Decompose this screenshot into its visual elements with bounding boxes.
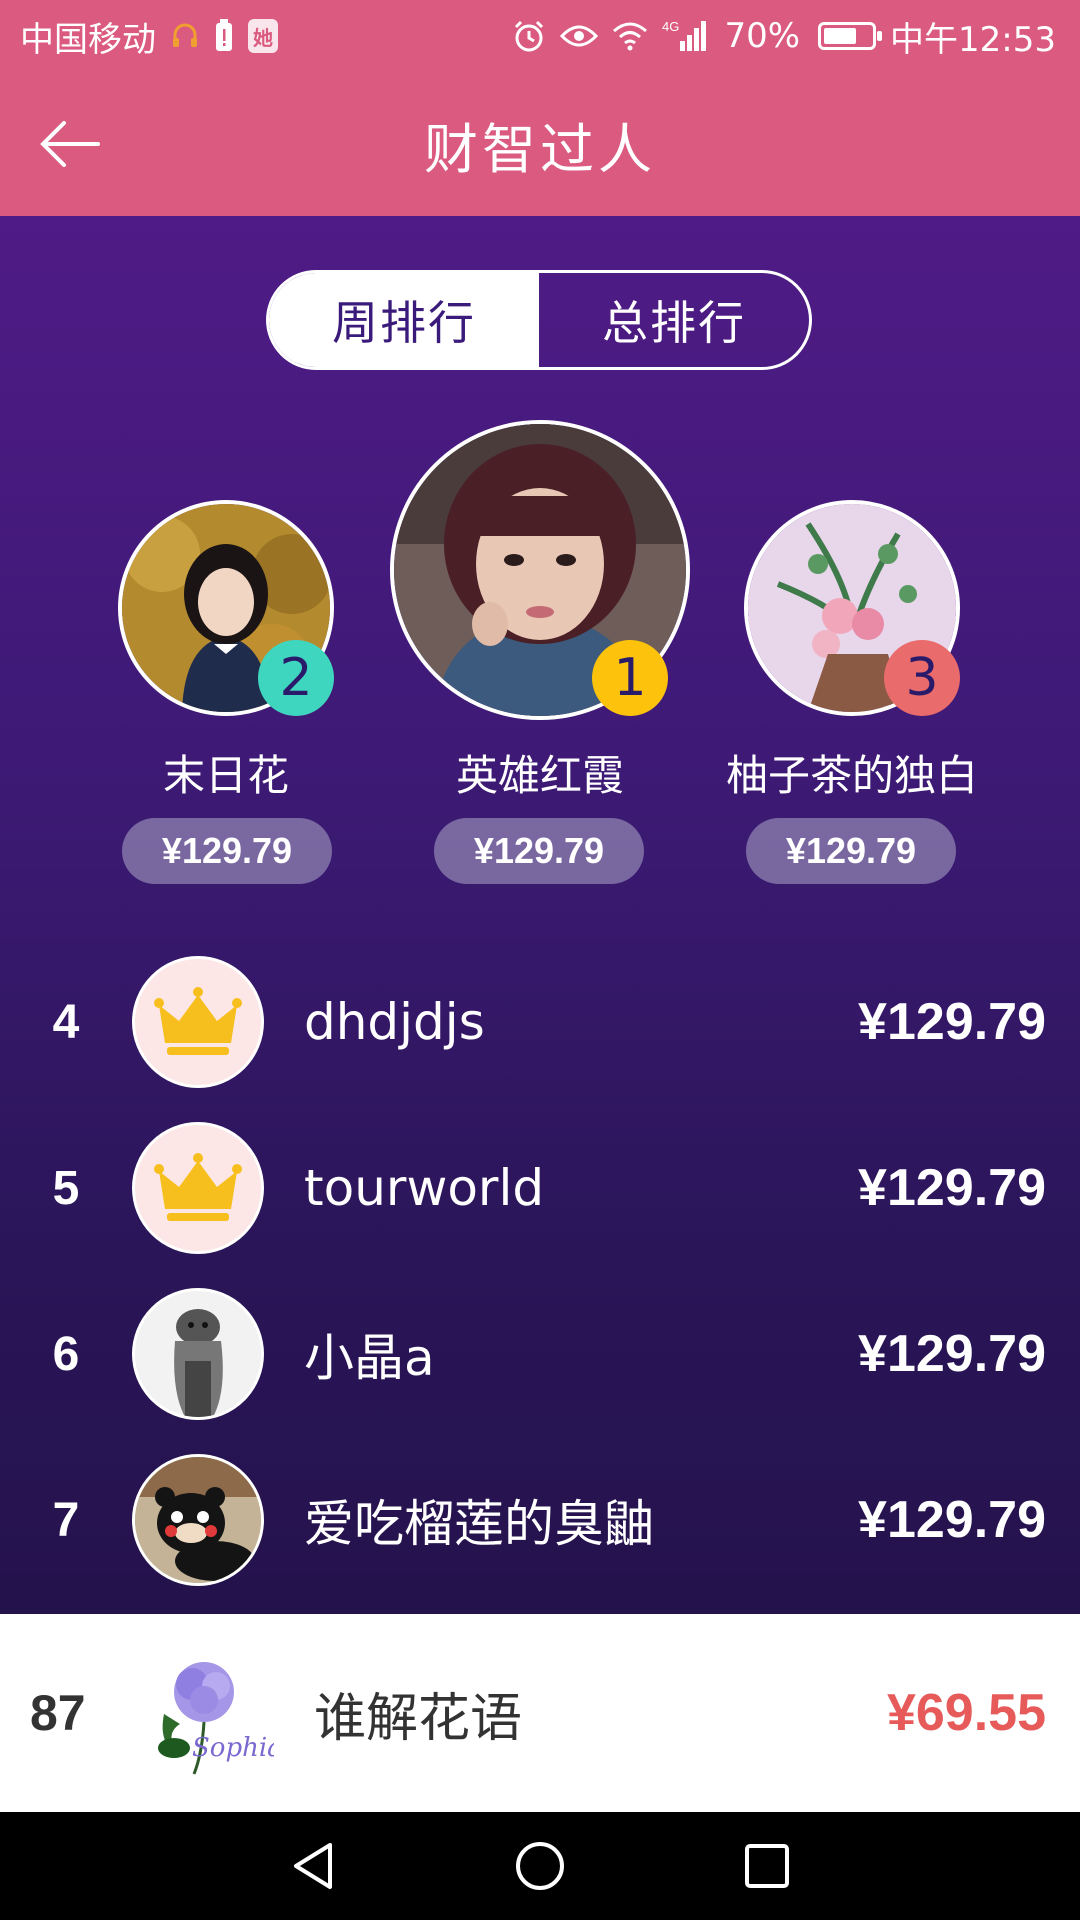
nav-recents-button[interactable]	[727, 1826, 807, 1906]
app-notification-icon: 她	[248, 19, 278, 53]
podium-name: 柚子茶的独白	[725, 751, 979, 800]
crown-icon	[132, 1122, 264, 1254]
row-rank: 5	[52, 1161, 80, 1215]
battery-alert-icon	[214, 19, 234, 53]
nav-home-button[interactable]	[500, 1826, 580, 1906]
podium-name: 末日花	[162, 751, 290, 800]
tab-overall[interactable]: 总排行	[539, 273, 809, 367]
row-name: dhdjdjs	[304, 993, 485, 1051]
podium-amount: ¥129.79	[434, 818, 644, 884]
nav-back-button[interactable]	[273, 1826, 353, 1906]
status-left: 中国移动 她	[20, 12, 278, 61]
podium-amount: ¥129.79	[122, 818, 332, 884]
list-item[interactable]: 6 小晶a ¥129.79	[0, 1286, 1080, 1422]
wifi-icon	[612, 21, 648, 51]
crown-icon	[132, 956, 264, 1088]
row-name: 爱吃榴莲的臭鼬	[304, 1495, 654, 1553]
battery-percent: 70%	[724, 16, 801, 56]
my-name: 谁解花语	[314, 1688, 523, 1749]
back-button[interactable]	[30, 108, 110, 180]
list-item[interactable]: 4 dhdjdjs ¥129.79	[0, 954, 1080, 1090]
back-arrow-icon	[40, 121, 100, 167]
battery-icon	[818, 22, 883, 50]
row-amount: ¥129.79	[858, 1159, 1046, 1217]
avatar: Sophia	[134, 1644, 283, 1784]
clock: 中午12:53	[890, 19, 1056, 60]
ranking-tabs: 周排行 总排行	[266, 270, 812, 370]
status-bar: 中国移动 她 4G 70% 中午12:53	[0, 0, 1080, 72]
app-bar: 财智过人	[0, 72, 1080, 216]
podium-amount: ¥129.79	[746, 818, 956, 884]
status-right: 4G 70% 中午12:53	[512, 12, 1056, 61]
list-item[interactable]: 7 爱吃榴莲的臭鼬 ¥129.79	[0, 1452, 1080, 1588]
row-rank: 7	[52, 1493, 80, 1547]
row-name: 小晶a	[304, 1329, 435, 1387]
rank-badge-first: 1	[592, 640, 668, 716]
my-rank-bar[interactable]: 87 Sophia 谁解花语 ¥69.55	[0, 1614, 1080, 1812]
tab-weekly[interactable]: 周排行	[269, 273, 539, 367]
avatar	[132, 1288, 264, 1420]
alarm-icon	[512, 19, 546, 53]
podium-name: 英雄红霞	[455, 751, 625, 800]
rank-badge-third: 3	[884, 640, 960, 716]
signal-icon: 4G	[662, 19, 710, 53]
row-amount: ¥129.79	[858, 1491, 1046, 1549]
leaderboard-panel: 周排行 总排行 2 末日花 ¥129.79 1 英雄红霞 ¥129.79 3 柚…	[0, 216, 1080, 1614]
headset-icon	[170, 21, 200, 51]
network-type: 4G	[662, 19, 679, 34]
carrier-label: 中国移动	[20, 19, 156, 60]
list-item[interactable]: 5 tourworld ¥129.79	[0, 1120, 1080, 1256]
avatar-signature: Sophia	[192, 1733, 274, 1763]
circle-home-icon	[515, 1842, 564, 1890]
row-name: tourworld	[304, 1159, 545, 1217]
page-title: 财智过人	[424, 117, 656, 181]
square-recents-icon	[744, 1844, 789, 1888]
rank-badge-second: 2	[258, 640, 334, 716]
triangle-back-icon	[294, 1843, 333, 1889]
row-amount: ¥129.79	[858, 1325, 1046, 1383]
row-rank: 4	[52, 995, 80, 1049]
avatar	[132, 1454, 264, 1586]
row-amount: ¥129.79	[858, 993, 1046, 1051]
my-amount: ¥69.55	[886, 1684, 1046, 1742]
row-rank: 6	[52, 1327, 80, 1381]
system-nav-bar	[0, 1812, 1080, 1920]
my-rank: 87	[30, 1685, 86, 1741]
eye-icon	[560, 22, 599, 50]
